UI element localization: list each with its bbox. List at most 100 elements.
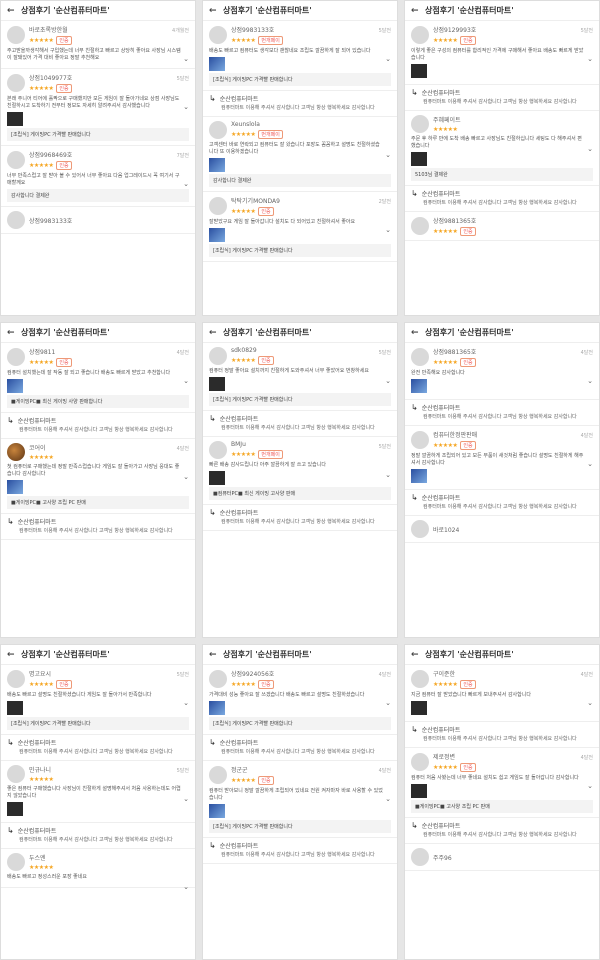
reviewer-name[interactable]: 제로정변 — [433, 752, 593, 761]
back-arrow-icon[interactable]: ← — [411, 328, 421, 338]
back-arrow-icon[interactable]: ← — [209, 650, 219, 660]
chevron-down-icon[interactable]: ⌄ — [385, 699, 391, 707]
reviewer-name[interactable]: 상점9129993호 — [433, 25, 593, 34]
chevron-down-icon[interactable]: ⌄ — [183, 180, 189, 188]
chevron-down-icon[interactable]: ⌄ — [183, 795, 189, 803]
review-photo[interactable] — [209, 471, 225, 485]
reviewer-name[interactable]: 주주96 — [433, 853, 593, 862]
chevron-down-icon[interactable]: ⌄ — [385, 795, 391, 803]
chevron-down-icon[interactable]: ⌄ — [587, 782, 593, 790]
product-link[interactable]: 5103님 결제완 — [411, 168, 593, 181]
avatar[interactable] — [209, 766, 227, 784]
chevron-down-icon[interactable]: ⌄ — [183, 473, 189, 481]
chevron-down-icon[interactable]: ⌄ — [587, 145, 593, 153]
review-photo[interactable] — [209, 158, 225, 172]
chevron-down-icon[interactable]: ⌄ — [385, 55, 391, 63]
avatar[interactable] — [209, 121, 227, 139]
review-photo[interactable] — [411, 469, 427, 483]
review-photo[interactable] — [7, 802, 23, 816]
chevron-down-icon[interactable]: ⌄ — [385, 226, 391, 234]
reviewer-name[interactable]: 바로초록방한월 — [29, 25, 189, 34]
chevron-down-icon[interactable]: ⌄ — [183, 699, 189, 707]
reviewer-name[interactable]: 컴퓨터한정판판매 — [433, 430, 593, 439]
review-photo[interactable] — [209, 228, 225, 242]
chevron-down-icon[interactable]: ⌄ — [587, 55, 593, 63]
product-link[interactable]: [조립식] 게이밍PC 가격빨 판매합니다 — [7, 128, 189, 141]
reviewer-name[interactable]: 민규나니 — [29, 765, 189, 774]
review-photo[interactable] — [209, 701, 225, 715]
product-link[interactable]: [조립식] 게이밍PC 가격빨 판매합니다 — [209, 820, 391, 833]
reviewer-name[interactable]: 상점9881365호 — [433, 347, 593, 356]
product-link[interactable]: 감사합니다 결제완 — [209, 174, 391, 187]
avatar[interactable] — [7, 443, 25, 461]
chevron-down-icon[interactable]: ⌄ — [183, 55, 189, 63]
reviewer-name[interactable]: 상점1049977호 — [29, 73, 189, 82]
avatar[interactable] — [411, 753, 429, 771]
avatar[interactable] — [411, 348, 429, 366]
product-link[interactable]: [조립식] 게이밍PC 가격빨 판매합니다 — [209, 393, 391, 406]
product-link[interactable]: [조립식] 게이밍PC 가격빨 판매합니다 — [209, 73, 391, 86]
reviewer-name[interactable]: 주혜페이트 — [433, 115, 593, 124]
reviewer-name[interactable]: 두스엔 — [29, 853, 189, 862]
review-photo[interactable] — [7, 379, 23, 393]
avatar[interactable] — [209, 670, 227, 688]
reviewer-name[interactable]: Xeunslola — [231, 121, 391, 128]
product-link[interactable]: ■게이밍PC■ 고사양 조립 PC 판매 — [7, 496, 189, 509]
reviewer-name[interactable]: 상점9983133호 — [231, 25, 391, 34]
avatar[interactable] — [7, 670, 25, 688]
reviewer-name[interactable]: sdk0829 — [231, 347, 391, 354]
product-link[interactable]: ■컴퓨터PC■ 최신 게이밍 고사양 판매 — [209, 487, 391, 500]
chevron-down-icon[interactable]: ⌄ — [587, 699, 593, 707]
chevron-down-icon[interactable]: ⌄ — [183, 377, 189, 385]
product-link[interactable]: [조립식] 게이밍PC 가격빨 판매합니다 — [209, 244, 391, 257]
review-photo[interactable] — [7, 701, 23, 715]
chevron-down-icon[interactable]: ⌄ — [385, 377, 391, 385]
reviewer-name[interactable]: 정군군 — [231, 765, 391, 774]
avatar[interactable] — [7, 765, 25, 783]
avatar[interactable] — [411, 217, 429, 235]
product-link[interactable]: ■게이밍PC■ 최신 게이밍 사양 판매합니다 — [7, 395, 189, 408]
review-photo[interactable] — [209, 804, 225, 818]
avatar[interactable] — [209, 197, 227, 215]
avatar[interactable] — [7, 74, 25, 92]
back-arrow-icon[interactable]: ← — [7, 328, 17, 338]
chevron-down-icon[interactable]: ⌄ — [183, 883, 189, 891]
review-photo[interactable] — [411, 379, 427, 393]
reviewer-name[interactable]: BMJu — [231, 441, 391, 448]
avatar[interactable] — [209, 441, 227, 459]
product-link[interactable]: [조립식] 게이밍PC 가격빨 판매합니다 — [209, 717, 391, 730]
back-arrow-icon[interactable]: ← — [7, 650, 17, 660]
reviewer-name[interactable]: 상점9924056호 — [231, 669, 391, 678]
avatar[interactable] — [7, 853, 25, 871]
review-photo[interactable] — [411, 784, 427, 798]
back-arrow-icon[interactable]: ← — [411, 6, 421, 16]
avatar[interactable] — [209, 347, 227, 365]
chevron-down-icon[interactable]: ⌄ — [587, 460, 593, 468]
back-arrow-icon[interactable]: ← — [209, 328, 219, 338]
avatar[interactable] — [411, 431, 429, 449]
avatar[interactable] — [411, 26, 429, 44]
reviewer-name[interactable]: 구이준한 — [433, 669, 593, 678]
product-link[interactable]: [조립식] 게이밍PC 가격빨 판매합니다 — [7, 717, 189, 730]
avatar[interactable] — [7, 151, 25, 169]
avatar[interactable] — [411, 670, 429, 688]
reviewer-name[interactable]: 코어이 — [29, 443, 189, 452]
avatar[interactable] — [7, 211, 25, 229]
reviewer-name[interactable]: 상점9881365호 — [433, 216, 593, 225]
chevron-down-icon[interactable]: ⌄ — [183, 103, 189, 111]
back-arrow-icon[interactable]: ← — [411, 650, 421, 660]
review-photo[interactable] — [209, 57, 225, 71]
review-photo[interactable] — [7, 480, 23, 494]
chevron-down-icon[interactable]: ⌄ — [385, 471, 391, 479]
review-photo[interactable] — [209, 377, 225, 391]
review-photo[interactable] — [411, 152, 427, 166]
back-arrow-icon[interactable]: ← — [209, 6, 219, 16]
avatar[interactable] — [411, 520, 429, 538]
avatar[interactable] — [7, 26, 25, 44]
reviewer-name[interactable]: 탁탁기기MONDA9 — [231, 196, 391, 205]
avatar[interactable] — [411, 115, 429, 133]
back-arrow-icon[interactable]: ← — [7, 6, 17, 16]
reviewer-name[interactable]: 상점9811 — [29, 347, 189, 356]
reviewer-name[interactable]: 바로1024 — [433, 525, 593, 534]
review-photo[interactable] — [7, 112, 23, 126]
